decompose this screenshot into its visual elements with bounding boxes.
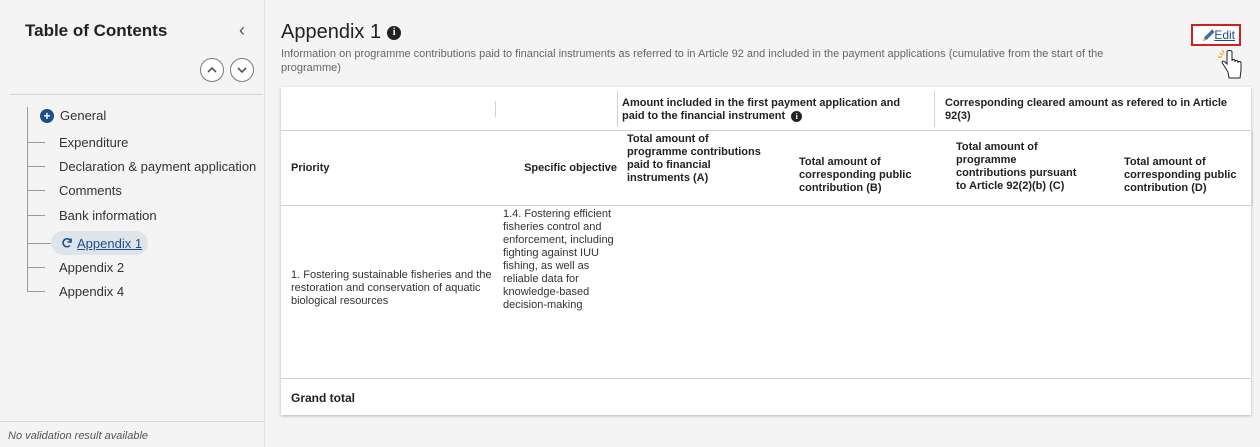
refresh-icon bbox=[62, 238, 72, 248]
pencil-icon bbox=[1203, 29, 1215, 41]
column-header-total-a: Total amount of programme contributions … bbox=[627, 133, 761, 184]
collapse-sidebar-icon[interactable]: ‹ bbox=[239, 20, 245, 41]
validation-status: No validation result available bbox=[8, 430, 149, 442]
column-header-total-c: Total amount of programme contributions … bbox=[956, 141, 1077, 192]
toc-item-label: General bbox=[60, 108, 107, 123]
page-subtitle: Information on programme contributions p… bbox=[281, 48, 1104, 74]
scroll-up-button[interactable] bbox=[200, 58, 224, 82]
grand-total-row: Grand total bbox=[281, 378, 1251, 414]
toc-item-label: Appendix 2 bbox=[59, 259, 125, 275]
toc-item-appendix-4[interactable]: Appendix 4 bbox=[27, 281, 124, 301]
toc-item-appendix-2[interactable]: Appendix 2 bbox=[27, 257, 124, 277]
toc-item-bank-information[interactable]: Bank information bbox=[27, 205, 157, 225]
page-title: Appendix 1 i bbox=[281, 21, 402, 44]
expand-plus-icon[interactable]: + bbox=[40, 108, 54, 123]
column-header-priority: Priority bbox=[291, 162, 330, 174]
table-group-header: Amount included in the first payment app… bbox=[281, 87, 1251, 131]
toc-divider bbox=[10, 94, 263, 95]
toc-title: Table of Contents bbox=[25, 21, 168, 40]
toc-item-comments[interactable]: Comments bbox=[27, 180, 122, 200]
toc-item-label: Comments bbox=[59, 182, 122, 198]
group-header-first-payment: Amount included in the first payment app… bbox=[622, 97, 901, 122]
toc-item-label: Appendix 4 bbox=[59, 283, 125, 299]
chevron-up-icon bbox=[207, 66, 217, 73]
table-column-header: Priority Specific objective Total amount… bbox=[281, 131, 1253, 206]
toc-item-label: Declaration & payment application bbox=[59, 158, 257, 174]
toc-item-declaration[interactable]: Declaration & payment application bbox=[27, 156, 256, 176]
column-header-total-b: Total amount of corresponding public con… bbox=[799, 156, 912, 194]
column-header-specific-objective: Specific objective bbox=[524, 162, 617, 174]
toc-sidebar: Table of Contents ‹ + General Expenditur… bbox=[0, 0, 265, 447]
group-header-cleared-amount: Corresponding cleared amount as refered … bbox=[945, 97, 1227, 122]
cell-specific-objective: 1.4. Fostering efficient fisheries contr… bbox=[503, 208, 614, 311]
toc-item-expenditure[interactable]: Expenditure bbox=[27, 132, 128, 152]
toc-item-label: Bank information bbox=[59, 207, 157, 223]
cell-priority: 1. Fostering sustainable fisheries and t… bbox=[291, 269, 492, 307]
hand-cursor-icon bbox=[1218, 50, 1242, 79]
edit-button[interactable]: Edit bbox=[1191, 24, 1241, 46]
main-content: Appendix 1 i Information on programme co… bbox=[281, 0, 1260, 447]
info-icon[interactable]: i bbox=[791, 111, 803, 122]
scroll-down-button[interactable] bbox=[230, 58, 254, 82]
chevron-down-icon bbox=[237, 67, 247, 74]
grand-total-label: Grand total bbox=[291, 391, 356, 405]
column-header-total-d: Total amount of corresponding public con… bbox=[1124, 156, 1237, 194]
toc-item-label: Appendix 1 bbox=[77, 235, 143, 251]
appendix-table: Amount included in the first payment app… bbox=[281, 87, 1253, 415]
edit-label: Edit bbox=[1214, 28, 1235, 42]
toc-item-general[interactable]: + General bbox=[40, 108, 106, 123]
info-icon[interactable]: i bbox=[387, 25, 402, 40]
toc-item-appendix-1[interactable]: Appendix 1 bbox=[51, 231, 148, 255]
toc-item-label: Expenditure bbox=[59, 134, 129, 150]
